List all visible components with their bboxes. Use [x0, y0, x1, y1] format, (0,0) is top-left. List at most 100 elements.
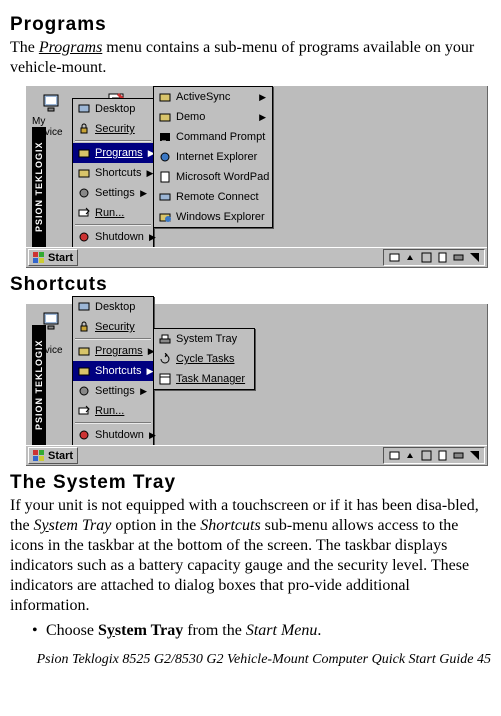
taskbar: Start: [26, 247, 487, 267]
start-menu-brand-bar: PSION TEKLOGIX: [32, 127, 46, 247]
menu-label: Programs: [95, 345, 143, 357]
menu-label: Desktop: [95, 103, 135, 115]
chevron-right-icon: ▶: [149, 232, 156, 243]
programs-word: Programs: [39, 39, 102, 56]
menu-item-security[interactable]: Security: [73, 119, 153, 139]
lock-icon: [77, 123, 90, 136]
tray-icon[interactable]: [420, 450, 432, 462]
menu-item-security[interactable]: Security: [73, 317, 153, 337]
submenu-item-cycle-tasks[interactable]: Cycle Tasks: [154, 349, 254, 369]
chevron-right-icon: ▶: [140, 188, 147, 199]
tray-icon[interactable]: [404, 450, 416, 462]
menu-separator: [75, 140, 151, 142]
menu-label: Cycle Tasks: [176, 353, 234, 365]
submenu-item-task-manager[interactable]: Task Manager: [154, 369, 254, 389]
menu-item-run[interactable]: Run...: [73, 401, 153, 421]
menu-label: Security: [95, 123, 135, 135]
folder-icon: [77, 345, 90, 358]
menu-label: Microsoft WordPad: [176, 171, 269, 183]
menu-separator: [75, 338, 151, 340]
submenu-item-remote-connect[interactable]: Remote Connect: [154, 187, 272, 207]
heading-system-tray: The System Tray: [10, 472, 491, 494]
menu-item-desktop[interactable]: Desktop: [73, 297, 153, 317]
start-label: Start: [48, 252, 73, 264]
tray-icon[interactable]: [388, 252, 400, 264]
submenu-item-system-tray[interactable]: System Tray: [154, 329, 254, 349]
menu-label: Run...: [95, 405, 124, 417]
menu-item-programs[interactable]: Programs ▶: [73, 341, 153, 361]
menu-item-shutdown[interactable]: Shutdown ▶: [73, 425, 153, 445]
menu-separator: [75, 422, 151, 424]
em-start-menu: Start Menu: [246, 622, 318, 639]
tray-icon[interactable]: [404, 252, 416, 264]
menu-item-shortcuts[interactable]: Shortcuts ▶: [73, 361, 153, 381]
menu-item-desktop[interactable]: Desktop: [73, 99, 153, 119]
programs-submenu: ActiveSync ▶ Demo ▶ _ Command Prompt Int…: [153, 86, 273, 228]
submenu-item-activesync[interactable]: ActiveSync ▶: [154, 87, 272, 107]
txt: from the: [183, 622, 246, 639]
chevron-right-icon: ▶: [149, 430, 156, 441]
desktop-icon: [77, 103, 90, 116]
submenu-item-command-prompt[interactable]: _ Command Prompt: [154, 127, 272, 147]
menu-label: Settings: [95, 385, 135, 397]
tray-icon[interactable]: [452, 252, 464, 264]
run-icon: [77, 207, 90, 220]
tray-icon[interactable]: [420, 252, 432, 264]
menu-item-shutdown[interactable]: Shutdown ▶: [73, 227, 153, 247]
folder-icon: [158, 111, 171, 124]
folder-icon: [77, 147, 90, 160]
bold-system-tray: System Tray: [98, 622, 183, 639]
tray-icon: [158, 333, 171, 346]
windows-logo-icon: [33, 252, 45, 264]
folder-icon: [77, 167, 90, 180]
menu-item-shortcuts[interactable]: Shortcuts ▶: [73, 163, 153, 183]
submenu-item-windows-explorer[interactable]: Windows Explorer: [154, 207, 272, 227]
gear-icon: [77, 187, 90, 200]
screenshot-shortcuts: My Device Microsoft PSION TEKLOGIX Deskt…: [26, 304, 488, 466]
menu-label: Internet Explorer: [176, 151, 257, 163]
menu-label: Demo: [176, 111, 205, 123]
menu-label: Command Prompt: [176, 131, 265, 143]
svg-text:_: _: [161, 134, 166, 141]
chevron-right-icon: ▶: [140, 386, 147, 397]
menu-label: Security: [95, 321, 135, 333]
wordpad-icon: [158, 171, 171, 184]
taskbar: Start: [26, 445, 487, 465]
menu-label: ActiveSync: [176, 91, 230, 103]
tray-icon[interactable]: [388, 450, 400, 462]
ie-icon: [158, 151, 171, 164]
menu-item-programs[interactable]: Programs ▶: [73, 143, 153, 163]
shortcuts-submenu: System Tray Cycle Tasks Task Manager: [153, 328, 255, 390]
menu-label: Shutdown: [95, 429, 144, 441]
submenu-item-internet-explorer[interactable]: Internet Explorer: [154, 147, 272, 167]
start-button[interactable]: Start: [28, 447, 78, 464]
folder-icon: [77, 365, 90, 378]
menu-label: Task Manager: [176, 373, 245, 385]
txt: Choose: [46, 622, 98, 639]
em-shortcuts: Shortcuts: [200, 517, 260, 534]
start-menu-brand-bar: PSION TEKLOGIX: [32, 325, 46, 445]
tray-icon[interactable]: [452, 450, 464, 462]
tray-icon[interactable]: [436, 252, 448, 264]
chevron-right-icon: ▶: [259, 112, 266, 123]
tray-icon[interactable]: [468, 450, 480, 462]
remote-icon: [158, 191, 171, 204]
start-menu-stack: Desktop Security Programs ▶ Shortcuts ▶ …: [72, 86, 273, 248]
txt: .: [317, 622, 321, 639]
bullet-choose-system-tray: • Choose System Tray from the Start Menu…: [32, 622, 491, 640]
menu-label: Settings: [95, 187, 135, 199]
heading-shortcuts: Shortcuts: [10, 274, 491, 296]
system-tray[interactable]: [383, 249, 485, 266]
submenu-item-demo[interactable]: Demo ▶: [154, 107, 272, 127]
start-button[interactable]: Start: [28, 249, 78, 266]
run-icon: [77, 405, 90, 418]
menu-item-settings[interactable]: Settings ▶: [73, 183, 153, 203]
page-footer: Psion Teklogix 8525 G2/8530 G2 Vehicle-M…: [10, 652, 491, 668]
tray-icon[interactable]: [436, 450, 448, 462]
menu-item-settings[interactable]: Settings ▶: [73, 381, 153, 401]
start-menu-stack: Desktop Security Programs ▶ Shortcuts ▶ …: [72, 296, 255, 446]
tray-icon[interactable]: [468, 252, 480, 264]
system-tray[interactable]: [383, 447, 485, 464]
menu-item-run[interactable]: Run...: [73, 203, 153, 223]
submenu-item-wordpad[interactable]: Microsoft WordPad: [154, 167, 272, 187]
